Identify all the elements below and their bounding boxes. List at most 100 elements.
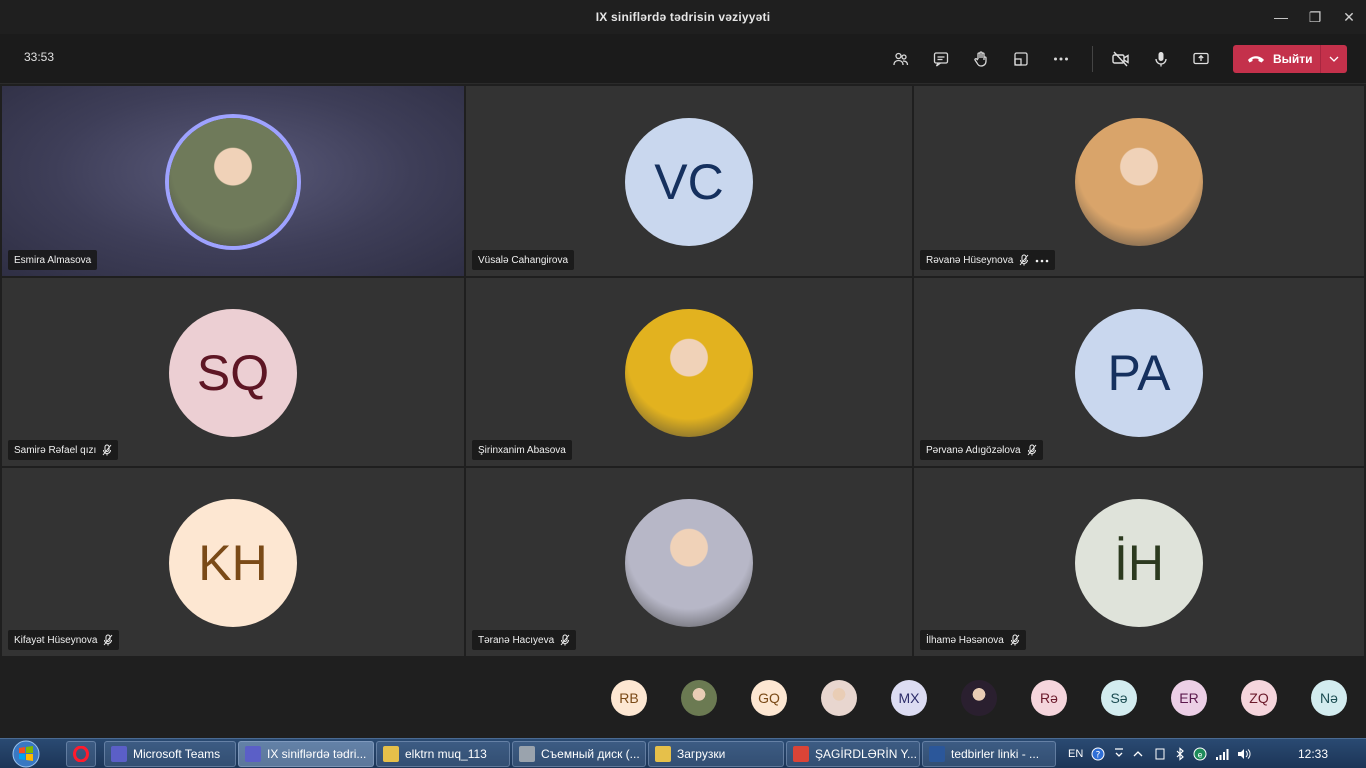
volume-icon[interactable] [1237, 747, 1251, 761]
toolbar-separator [1092, 46, 1093, 72]
restore-icon: ❐ [1308, 8, 1322, 25]
chat-button[interactable] [926, 44, 956, 74]
leave-options-button[interactable] [1321, 56, 1347, 62]
mic-toggle-button[interactable] [1146, 44, 1176, 74]
app-icon [111, 746, 127, 762]
strip-avatar[interactable]: ER [1171, 680, 1207, 716]
mic-muted-icon [1010, 634, 1020, 646]
microphone-icon [1155, 52, 1167, 67]
strip-avatar[interactable]: Sə [1101, 680, 1137, 716]
participant-tile[interactable]: SQ Samirə Rəfael qızı [2, 278, 464, 466]
participant-nametag: Kifayət Hüseynova [8, 630, 120, 650]
participant-name: Şirinxanim Abasova [478, 444, 566, 456]
taskbar-app-button[interactable]: Загрузки [648, 741, 784, 767]
taskbar-app-button[interactable]: tedbirler linki - ... [922, 741, 1056, 767]
rooms-button[interactable] [1006, 44, 1036, 74]
taskbar-clock[interactable]: 12:33 [1298, 747, 1328, 761]
close-icon: ✕ [1343, 8, 1355, 25]
taskbar-app-button[interactable]: ŞAGİRDLƏRİN Y... [786, 741, 920, 767]
strip-photo[interactable] [821, 680, 857, 716]
pen-options-icon[interactable] [1113, 747, 1125, 761]
camera-toggle-button[interactable] [1106, 44, 1136, 74]
strip-photo[interactable] [961, 680, 997, 716]
participant-tile[interactable]: Rəvanə Hüseynova [914, 86, 1364, 276]
taskbar-app-label: tedbirler linki - ... [951, 747, 1040, 761]
taskbar-app-button[interactable]: Съемный диск (... [512, 741, 646, 767]
participant-name: Kifayət Hüseynova [14, 634, 98, 646]
strip-avatar[interactable]: RB [611, 680, 647, 716]
tray-expand-icon[interactable] [1133, 747, 1143, 761]
participant-photo [625, 499, 753, 627]
strip-avatar[interactable]: ZQ [1241, 680, 1277, 716]
share-screen-icon [1193, 52, 1209, 65]
breakout-rooms-icon [1014, 52, 1028, 66]
opera-taskbar-button[interactable] [66, 741, 96, 767]
participants-icon [893, 52, 909, 66]
security-icon[interactable]: e [1193, 747, 1207, 761]
meeting-toolbar: 33:53 Выйти [0, 34, 1366, 84]
start-button[interactable] [6, 739, 46, 768]
taskbar-app-button[interactable]: IX siniflərdə tədri... [238, 741, 374, 767]
teams-meeting-window: IX siniflərdə tədrisin vəziyyəti — ❐ ✕ 3… [0, 0, 1366, 768]
participant-tile[interactable]: Esmira Almasova [2, 86, 464, 276]
leave-label: Выйти [1273, 52, 1313, 66]
participant-nametag: Vüsalə Cahangirova [472, 250, 575, 270]
help-icon[interactable]: ? [1091, 747, 1105, 761]
app-icon [383, 746, 399, 762]
leave-button[interactable]: Выйти [1233, 45, 1347, 73]
minimize-button[interactable]: — [1264, 0, 1298, 34]
taskbar-app-button[interactable]: elktrn muq_113 [376, 741, 510, 767]
bluetooth-icon[interactable] [1175, 747, 1185, 761]
leave-main[interactable]: Выйти [1233, 45, 1320, 73]
participant-tile[interactable]: İH İlhamə Həsənova [914, 468, 1364, 656]
participant-nametag: Samirə Rəfael qızı [8, 440, 119, 460]
strip-photo[interactable] [681, 680, 717, 716]
hang-up-icon [1248, 56, 1264, 63]
participant-photo [1075, 118, 1203, 246]
participant-name: Rəvanə Hüseynova [926, 254, 1014, 266]
language-indicator[interactable]: EN [1068, 748, 1083, 760]
participant-name: Təranə Hacıyeva [478, 634, 555, 646]
mic-muted-icon [102, 444, 112, 456]
participants-button[interactable] [886, 44, 916, 74]
more-options-icon[interactable] [1035, 255, 1049, 266]
participant-tile[interactable]: Şirinxanim Abasova [466, 278, 912, 466]
taskbar-app-button[interactable]: Microsoft Teams [104, 741, 236, 767]
strip-avatar[interactable]: GQ [751, 680, 787, 716]
participant-tile[interactable]: VC Vüsalə Cahangirova [466, 86, 912, 276]
participant-name: Vüsalə Cahangirova [478, 254, 569, 266]
more-icon [1054, 57, 1068, 61]
restore-button[interactable]: ❐ [1298, 0, 1332, 34]
mic-muted-icon [103, 634, 113, 646]
meeting-timer: 33:53 [24, 50, 55, 64]
participant-avatar: VC [625, 118, 753, 246]
participant-nametag: Esmira Almasova [8, 250, 98, 270]
share-screen-button[interactable] [1186, 44, 1216, 74]
opera-icon [73, 746, 89, 762]
participant-avatar: SQ [169, 309, 297, 437]
raise-hand-button[interactable] [966, 44, 996, 74]
participant-avatar: PA [1075, 309, 1203, 437]
chevron-down-icon [1329, 56, 1339, 62]
participant-photo [625, 309, 753, 437]
hand-icon [974, 51, 987, 67]
strip-avatar[interactable]: MX [891, 680, 927, 716]
minimize-icon: — [1274, 9, 1288, 25]
app-icon [519, 746, 535, 762]
device-icon[interactable] [1153, 747, 1167, 761]
strip-avatar[interactable]: Rə [1031, 680, 1067, 716]
participant-avatar: İH [1075, 499, 1203, 627]
network-icon[interactable] [1215, 747, 1229, 761]
participant-tile[interactable]: PA Pərvanə Adıgözəlova [914, 278, 1364, 466]
participant-name: Esmira Almasova [14, 254, 92, 266]
participant-tile[interactable]: Təranə Hacıyeva [466, 468, 912, 656]
more-actions-button[interactable] [1046, 44, 1076, 74]
strip-avatar[interactable]: Nə [1311, 680, 1347, 716]
participant-tile[interactable]: KH Kifayət Hüseynova [2, 468, 464, 656]
close-button[interactable]: ✕ [1332, 0, 1366, 34]
mic-muted-icon [1027, 444, 1037, 456]
participant-name: İlhamə Həsənova [926, 634, 1004, 646]
participant-name: Pərvanə Adıgözəlova [926, 444, 1021, 456]
app-icon [793, 746, 809, 762]
taskbar-app-label: IX siniflərdə tədri... [267, 747, 367, 761]
